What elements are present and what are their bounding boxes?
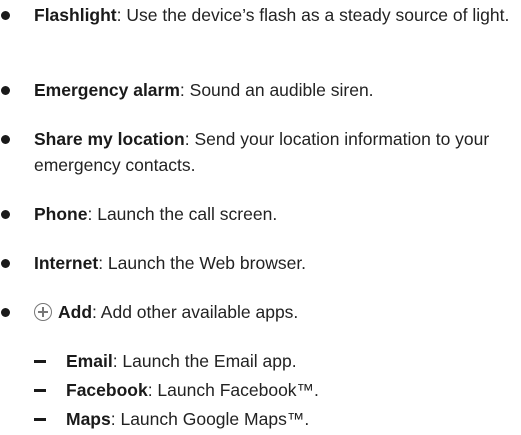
dash-bullet-icon bbox=[34, 418, 46, 421]
subitem-description: : Launch Google Maps™. bbox=[110, 409, 310, 429]
item-description: : Launch the call screen. bbox=[87, 204, 278, 224]
subitem-term: Email bbox=[66, 351, 113, 371]
item-term: Emergency alarm bbox=[34, 80, 180, 100]
item-description: : Use the device’s flash as a steady sou… bbox=[116, 5, 510, 25]
bullet-icon bbox=[1, 308, 10, 317]
item-term: Phone bbox=[34, 204, 88, 224]
bullet-icon bbox=[1, 86, 10, 95]
subitem-term: Facebook bbox=[66, 380, 148, 400]
subitem-term: Maps bbox=[66, 409, 111, 429]
item-description: : Sound an audible siren. bbox=[179, 80, 374, 100]
subitem-description: : Launch the Email app. bbox=[112, 351, 297, 371]
subitem-description: : Launch Facebook™. bbox=[147, 380, 319, 400]
bullet-icon bbox=[1, 210, 10, 219]
add-circle-icon bbox=[34, 303, 52, 321]
item-description: : Launch the Web browser. bbox=[98, 253, 307, 273]
item-description: : Add other available apps. bbox=[92, 302, 299, 322]
item-term: Flashlight bbox=[34, 5, 117, 25]
bullet-icon bbox=[1, 11, 10, 20]
dash-bullet-icon bbox=[34, 389, 46, 392]
bullet-icon bbox=[1, 259, 10, 268]
bullet-icon bbox=[1, 135, 10, 144]
feature-list: Flashlight: Use the device’s flash as a … bbox=[0, 0, 521, 435]
dash-bullet-icon bbox=[34, 360, 46, 363]
item-term: Share my location bbox=[34, 129, 185, 149]
item-term: Add bbox=[58, 302, 93, 322]
item-term: Internet bbox=[34, 253, 99, 273]
